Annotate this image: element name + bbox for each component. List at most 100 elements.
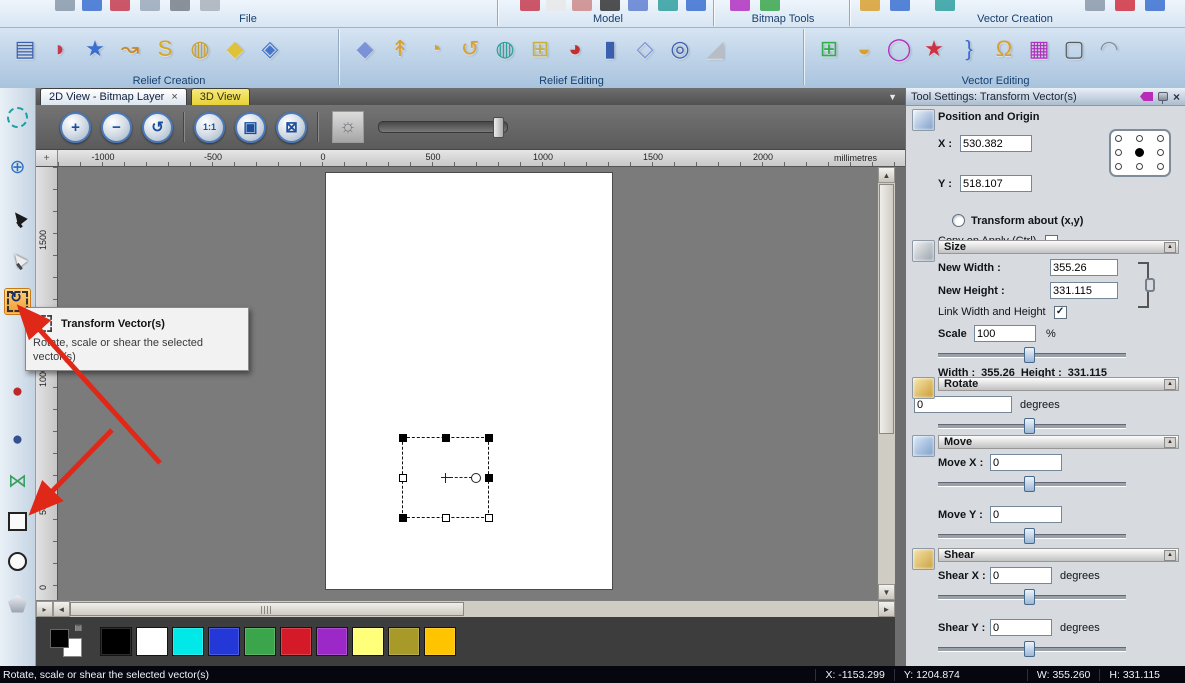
move-y-slider-thumb[interactable] [1024, 528, 1035, 544]
selection-handle-bottom-left[interactable] [399, 514, 407, 522]
shear-x-input[interactable] [990, 567, 1052, 584]
rotate-slider-thumb[interactable] [1024, 418, 1035, 434]
color-swatch[interactable] [208, 627, 240, 656]
vase-icon[interactable]: ◒ [849, 30, 879, 68]
move-collapse-button[interactable]: ▲ [1164, 437, 1176, 448]
selection-origin-cross[interactable] [441, 473, 451, 483]
scale-slider[interactable] [938, 347, 1126, 361]
shear-section-header[interactable]: Shear ▲ [938, 548, 1179, 562]
erase-relief-icon[interactable]: ◢ [700, 30, 730, 68]
view-opacity-slider-thumb[interactable] [493, 117, 504, 138]
panel-close-icon[interactable]: × [1173, 91, 1180, 103]
grow-relief-icon[interactable]: ↟ [385, 30, 415, 68]
ribbon-top-icon[interactable] [890, 0, 910, 11]
ribbon-top-icon[interactable] [686, 0, 706, 11]
scroll-corner-button[interactable]: ▸ [36, 601, 53, 617]
primary-colour-swatch[interactable] [50, 629, 69, 648]
horizontal-scrollbar-thumb[interactable] [70, 602, 464, 616]
y-input[interactable] [960, 175, 1032, 192]
ribbon-top-icon[interactable] [760, 0, 780, 11]
lock-relief-icon[interactable]: ⊞ [525, 30, 555, 68]
scroll-right-button[interactable]: ► [878, 601, 895, 617]
ribbon-top-icon[interactable] [628, 0, 648, 11]
color-swatch[interactable] [172, 627, 204, 656]
zoom-selection-button[interactable]: ▣ [235, 112, 266, 143]
ellipse-vector-icon[interactable]: ◯ [884, 30, 914, 68]
bitmap-select-tool[interactable] [4, 104, 31, 131]
scroll-up-button[interactable]: ▲ [878, 167, 895, 183]
selection-rotation-anchor[interactable] [471, 473, 481, 483]
selection-handle-middle-right[interactable] [485, 474, 493, 482]
shape-editor-icon[interactable]: ◗ [45, 30, 75, 68]
new-height-input[interactable] [1050, 282, 1118, 299]
ribbon-top-icon[interactable] [730, 0, 750, 11]
ribbon-top-icon[interactable] [1085, 0, 1105, 11]
selection-handle-top-right[interactable] [485, 434, 493, 442]
shear-x-slider-thumb[interactable] [1024, 589, 1035, 605]
bell-icon[interactable]: Ω [989, 30, 1019, 68]
extrude-relief-icon[interactable]: ▮ [595, 30, 625, 68]
target-relief-icon[interactable]: ◎ [665, 30, 695, 68]
angle-relief-icon[interactable]: ◇ [630, 30, 660, 68]
vertical-scrollbar-thumb[interactable] [879, 184, 894, 434]
horizontal-scrollbar[interactable]: ▸ ◄ ► [36, 600, 895, 617]
primary-secondary-colour-indicator[interactable]: ▤ [50, 626, 82, 657]
tab-3d-view[interactable]: 3D View [191, 88, 250, 105]
spin-relief-icon[interactable]: ↺ [455, 30, 485, 68]
rotate-slider[interactable] [938, 418, 1126, 432]
vertical-scrollbar[interactable]: ▲ ▼ [877, 167, 895, 600]
color-swatch[interactable] [388, 627, 420, 656]
grid-vector-icon[interactable]: ▦ [1024, 30, 1054, 68]
model-page[interactable] [325, 172, 613, 590]
color-swatch[interactable] [424, 627, 456, 656]
dome-relief-icon[interactable]: ◔ [420, 30, 450, 68]
shear-y-slider[interactable] [938, 641, 1126, 655]
tab-2d-view[interactable]: 2D View - Bitmap Layer × [40, 88, 187, 105]
scale-input[interactable] [974, 325, 1036, 342]
zoom-in-button[interactable]: + [60, 112, 91, 143]
shear-y-input[interactable] [990, 619, 1052, 636]
zoom-fit-button[interactable]: ⊠ [276, 112, 307, 143]
tab-close-icon[interactable]: × [171, 91, 177, 103]
move-x-input[interactable] [990, 454, 1062, 471]
ribbon-top-icon[interactable] [170, 0, 190, 11]
rectangle-tool[interactable] [4, 508, 31, 535]
selected-vector-bounds[interactable] [402, 437, 489, 518]
2d-canvas[interactable] [58, 167, 877, 600]
star-relief-icon[interactable]: ★ [80, 30, 110, 68]
origin-dot[interactable] [1115, 163, 1122, 170]
scroll-down-button[interactable]: ▼ [878, 584, 895, 600]
color-swatch[interactable] [136, 627, 168, 656]
origin-dot-center[interactable] [1135, 148, 1144, 157]
origin-dot[interactable] [1157, 149, 1164, 156]
star-vector-icon[interactable]: ★ [919, 30, 949, 68]
color-swatch[interactable] [352, 627, 384, 656]
move-section-header[interactable]: Move ▲ [938, 435, 1179, 449]
view-opacity-slider[interactable] [378, 121, 508, 133]
relief-layers-icon[interactable]: ▤ [10, 30, 40, 68]
select-vectors-tool[interactable] [4, 206, 31, 233]
selection-handle-bottom-middle[interactable] [442, 514, 450, 522]
fit-vector-icon[interactable]: } [954, 30, 984, 68]
zoom-out-button[interactable]: − [101, 112, 132, 143]
ribbon-top-icon[interactable] [110, 0, 130, 11]
globe-view-tool[interactable]: ⊕ [4, 154, 31, 181]
selection-handle-bottom-right[interactable] [485, 514, 493, 522]
origin-selector[interactable] [1109, 129, 1171, 177]
ribbon-top-icon[interactable] [1145, 0, 1165, 11]
zoom-1to1-button[interactable]: 1:1 [194, 112, 225, 143]
free-vector-tool[interactable]: ⋈ [4, 468, 31, 495]
selection-handle-top-middle[interactable] [442, 434, 450, 442]
shear-x-slider[interactable] [938, 589, 1126, 603]
ribbon-top-icon[interactable] [140, 0, 160, 11]
color-swatch[interactable] [280, 627, 312, 656]
ellipse-tool[interactable] [4, 548, 31, 575]
origin-dot[interactable] [1136, 135, 1143, 142]
origin-dot[interactable] [1115, 135, 1122, 142]
shear-y-slider-thumb[interactable] [1024, 641, 1035, 657]
ribbon-top-icon[interactable] [82, 0, 102, 11]
offset-relief-icon[interactable]: ◍ [490, 30, 520, 68]
link-width-height-checkbox[interactable]: ✓ [1054, 306, 1067, 319]
ribbon-top-icon[interactable] [860, 0, 880, 11]
pillow-relief-icon[interactable]: ◆ [220, 30, 250, 68]
